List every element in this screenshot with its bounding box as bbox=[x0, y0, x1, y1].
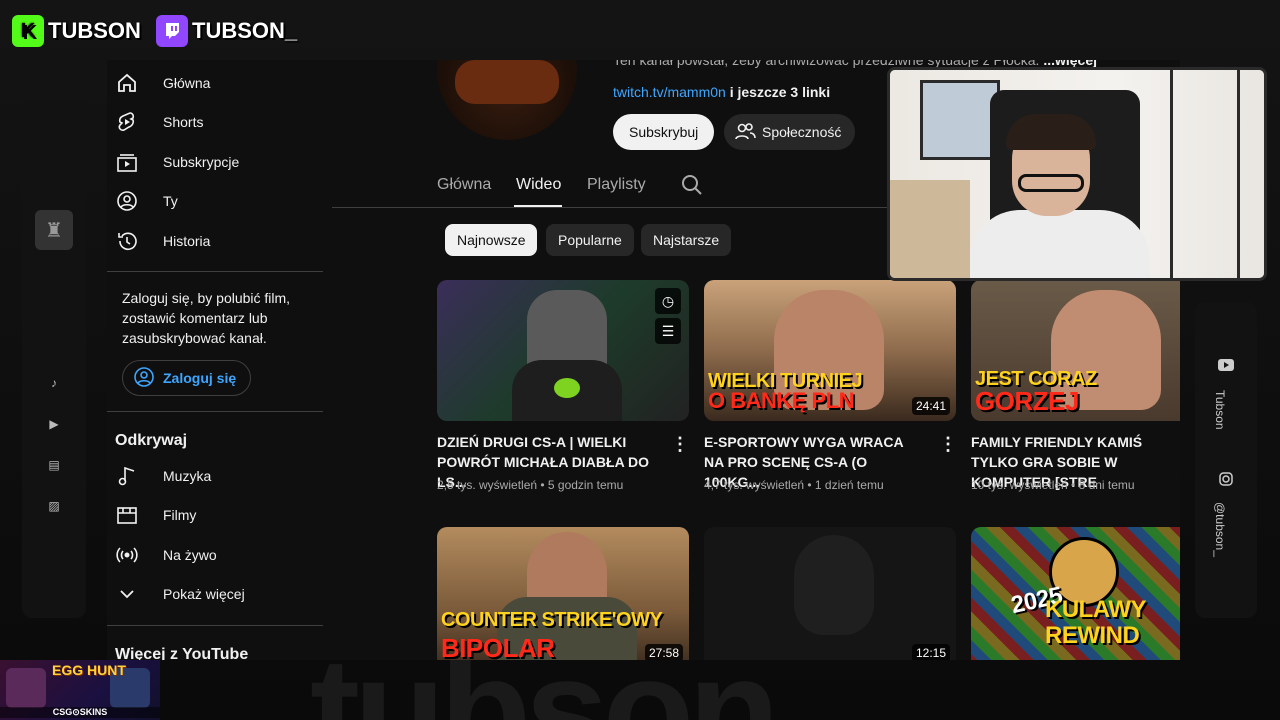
video-duration: 12:15 bbox=[911, 644, 950, 660]
sidebar-item-music[interactable]: Muzyka bbox=[115, 456, 315, 496]
video-thumbnail[interactable]: COUNTER STRIKE'OWY BIPOLAR 27:58 bbox=[437, 527, 689, 660]
more-vert-icon[interactable]: ⋮ bbox=[671, 434, 689, 454]
video-thumbnail[interactable]: ◷ ☰ bbox=[437, 280, 689, 421]
video-meta: 2,5 tys. wyświetleń • 5 godzin temu bbox=[437, 478, 624, 492]
video-duration: 27:58 bbox=[644, 644, 683, 660]
more-from-youtube-heading: Więcej z YouTube bbox=[115, 646, 249, 660]
video-meta: 4,7 tys. wyświetleń • 1 dzień temu bbox=[704, 478, 884, 492]
history-icon bbox=[115, 229, 139, 253]
shorts-icon bbox=[115, 110, 139, 134]
right-overlay-rail: Tubson @tubson_ bbox=[1195, 302, 1257, 618]
sidebar-item-label: Shorts bbox=[163, 114, 204, 130]
active-tab-indicator bbox=[514, 205, 562, 207]
sponsor-promo: EGG HUNT CSG⊙SKINS bbox=[0, 660, 160, 720]
sign-in-label: Zaloguj się bbox=[163, 370, 237, 386]
subscriptions-icon bbox=[115, 150, 139, 174]
sidebar-item-label: Główna bbox=[163, 75, 211, 91]
background-shelf bbox=[1170, 70, 1240, 278]
sidebar-login-prompt: Zaloguj się, by polubić film, zostawić k… bbox=[122, 290, 291, 346]
sign-in-button[interactable]: Zaloguj się bbox=[122, 360, 252, 396]
sidebar-divider bbox=[107, 271, 323, 272]
user-circle-icon bbox=[133, 366, 155, 391]
people-icon bbox=[734, 122, 756, 143]
sidebar-item-show-more[interactable]: Pokaż więcej bbox=[115, 574, 315, 614]
chip-popular[interactable]: Popularne bbox=[546, 224, 634, 256]
play-box-icon: ▶ bbox=[49, 417, 59, 431]
chevron-down-icon bbox=[115, 582, 139, 606]
chip-newest[interactable]: Najnowsze bbox=[445, 224, 538, 256]
kick-username: TUBSON bbox=[48, 18, 141, 43]
sidebar-item-home[interactable]: Główna bbox=[115, 63, 315, 103]
chip-oldest[interactable]: Najstarsze bbox=[641, 224, 732, 256]
sidebar-item-label: Na żywo bbox=[163, 547, 217, 563]
video-thumbnail[interactable]: 2025 KULAWY REWIND bbox=[971, 527, 1180, 660]
promo-title: EGG HUNT bbox=[52, 662, 126, 678]
twitch-logo-icon bbox=[156, 15, 188, 47]
tab-videos[interactable]: Wideo bbox=[516, 176, 561, 194]
subscribe-button[interactable]: Subskrybuj bbox=[613, 114, 715, 150]
sidebar-divider bbox=[107, 625, 323, 626]
rail-avatar-icon: ♜ bbox=[35, 210, 73, 250]
video-thumbnail[interactable]: JEST CORAZ GORZEJ bbox=[971, 280, 1180, 421]
account-icon bbox=[115, 189, 139, 213]
sidebar-item-label: Muzyka bbox=[163, 468, 212, 484]
sidebar-item-shorts[interactable]: Shorts bbox=[115, 102, 315, 142]
sidebar-item-you[interactable]: Ty bbox=[115, 181, 315, 221]
more-links[interactable]: i jeszcze 3 linki bbox=[730, 84, 830, 100]
sidebar-item-label: Filmy bbox=[163, 507, 197, 523]
sidebar-item-history[interactable]: Historia bbox=[115, 221, 315, 261]
clapper-icon: ▤ bbox=[48, 458, 60, 472]
image-icon: ▨ bbox=[48, 499, 60, 513]
community-label: Społeczność bbox=[762, 124, 842, 140]
left-overlay-rail: ♜ ♪ ▶ ▤ ▨ bbox=[22, 100, 86, 618]
kick-badge: K TUBSON bbox=[12, 12, 141, 50]
channel-links: twitch.tv/mamm0n i jeszcze 3 linki bbox=[613, 84, 830, 100]
youtube-icon bbox=[1217, 358, 1235, 372]
channel-avatar[interactable] bbox=[437, 60, 577, 140]
tab-playlists[interactable]: Playlisty bbox=[587, 176, 646, 194]
film-icon bbox=[115, 503, 139, 527]
more-vert-icon[interactable]: ⋮ bbox=[939, 434, 957, 454]
channel-watermark: tubson bbox=[310, 650, 970, 720]
webcam-overlay bbox=[887, 67, 1267, 281]
video-duration: 24:41 bbox=[911, 397, 950, 415]
sidebar-item-label: Historia bbox=[163, 233, 211, 249]
music-note-icon: ♪ bbox=[51, 376, 57, 390]
youtube-handle: Tubson bbox=[1213, 390, 1227, 430]
promo-brand: CSG⊙SKINS bbox=[0, 707, 160, 718]
video-thumbnail[interactable]: WIELKI TURNIEJ O BANKĘ PLN 24:41 bbox=[704, 280, 956, 421]
background-monitor bbox=[920, 80, 1000, 160]
sidebar-item-label: Ty bbox=[163, 193, 178, 209]
instagram-icon bbox=[1217, 472, 1235, 486]
sidebar-item-label: Pokaż więcej bbox=[163, 586, 245, 602]
sidebar-item-label: Subskrypcje bbox=[163, 154, 240, 170]
sidebar-item-live[interactable]: Na żywo bbox=[115, 535, 315, 575]
sidebar-item-subscriptions[interactable]: Subskrypcje bbox=[115, 142, 315, 182]
twitch-username: TUBSON_ bbox=[192, 18, 298, 43]
sidebar-item-films[interactable]: Filmy bbox=[115, 495, 315, 535]
channel-search-icon[interactable] bbox=[680, 173, 704, 197]
add-to-queue-icon[interactable]: ☰ bbox=[655, 318, 681, 344]
sidebar-divider bbox=[107, 411, 323, 412]
video-meta: 10 tys. wyświetleń • 8 dni temu bbox=[971, 478, 1135, 492]
community-button[interactable]: Społeczność bbox=[724, 114, 856, 150]
live-icon bbox=[115, 543, 139, 567]
video-thumbnail[interactable]: 12:15 bbox=[704, 527, 956, 660]
tab-home[interactable]: Główna bbox=[437, 176, 491, 194]
music-icon bbox=[115, 464, 139, 488]
twitch-link[interactable]: twitch.tv/mamm0n bbox=[613, 84, 726, 100]
explore-heading: Odkrywaj bbox=[115, 432, 188, 449]
twitch-badge: TUBSON_ bbox=[156, 12, 297, 50]
kick-logo-icon: K bbox=[12, 15, 44, 47]
home-icon bbox=[115, 71, 139, 95]
instagram-handle: @tubson_ bbox=[1213, 502, 1227, 557]
watch-later-icon[interactable]: ◷ bbox=[655, 288, 681, 314]
